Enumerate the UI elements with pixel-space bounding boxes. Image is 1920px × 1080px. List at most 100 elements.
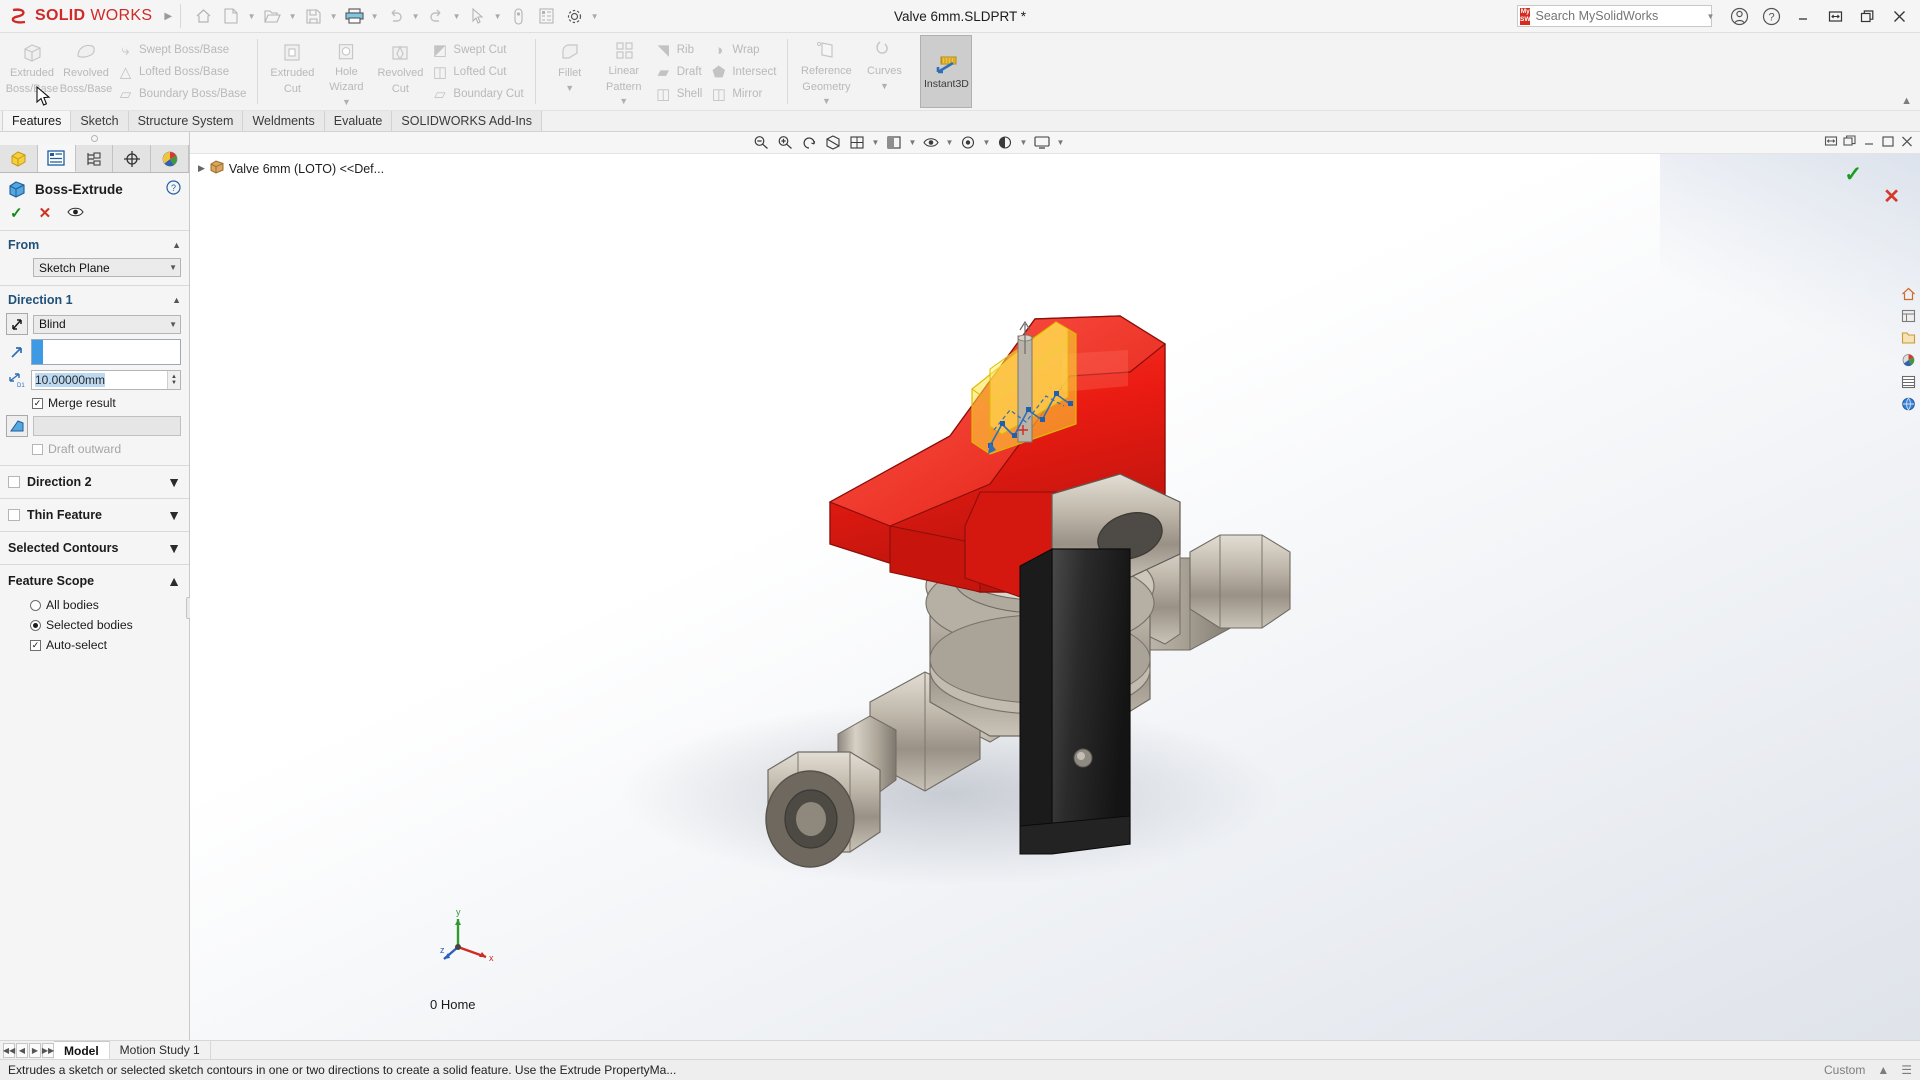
chevron-up-icon[interactable]: ▲	[172, 240, 181, 250]
previous-view-icon[interactable]	[798, 133, 820, 153]
direction-selection-box[interactable]	[31, 339, 181, 365]
scene-icon[interactable]	[994, 133, 1016, 153]
thin-feature-checkbox[interactable]	[8, 509, 20, 521]
search-mysolidworks-box[interactable]: My SW ▼	[1517, 5, 1714, 27]
auto-select-checkbox[interactable]: ✓	[30, 639, 41, 651]
tree-expand-icon[interactable]: ▶	[198, 163, 205, 174]
confirm-cancel-icon[interactable]: ✕	[1883, 184, 1900, 209]
select-arrow-icon[interactable]	[463, 3, 491, 29]
section-from[interactable]: From ▲	[0, 233, 189, 256]
previous-tab-button[interactable]: ◀	[16, 1042, 28, 1058]
bottom-tab-motion-study[interactable]: Motion Study 1	[110, 1040, 211, 1060]
open-dropdown-icon[interactable]: ▼	[286, 3, 299, 29]
new-document-dropdown-icon[interactable]: ▼	[245, 3, 258, 29]
reference-geometry-dropdown-icon[interactable]: ▼	[822, 95, 831, 108]
auto-select-checkbox-row[interactable]: ✓ Auto-select	[0, 635, 189, 655]
solidworks-logo[interactable]: SOLID WORKS	[0, 7, 152, 25]
end-condition-select[interactable]: Blind ▼	[33, 314, 181, 334]
fillet-button[interactable]: Fillet ▼	[543, 35, 597, 108]
new-document-icon[interactable]	[217, 3, 245, 29]
all-bodies-radio-row[interactable]: All bodies	[0, 595, 189, 615]
maximize-doc-icon[interactable]	[1881, 135, 1895, 151]
tab-solidworks-addins[interactable]: SOLIDWORKS Add-Ins	[391, 110, 542, 131]
depth-input[interactable]: 10.00000mm ▲ ▼	[31, 370, 181, 390]
restore-doc-icon[interactable]	[1824, 135, 1838, 151]
swept-boss-base-button[interactable]: ⤷ Swept Boss/Base	[113, 39, 250, 61]
lofted-cut-button[interactable]: ◫ Lofted Cut	[427, 61, 527, 83]
chevron-up-icon[interactable]: ▲	[172, 295, 181, 305]
instant3d-button[interactable]: Instant3D	[920, 35, 973, 108]
chevron-down-icon[interactable]: ▼	[167, 540, 181, 556]
hole-wizard-dropdown-icon[interactable]: ▼	[342, 96, 351, 109]
options-dropdown-icon[interactable]: ▼	[588, 3, 601, 29]
linear-pattern-dropdown-icon[interactable]: ▼	[619, 95, 628, 108]
appearances-dropdown-icon[interactable]: ▼	[981, 133, 992, 153]
merge-result-checkbox-row[interactable]: ✓ Merge result	[0, 393, 189, 413]
ribbon-collapse-icon[interactable]: ▲	[1901, 95, 1912, 107]
save-icon[interactable]	[299, 3, 327, 29]
extruded-cut-button[interactable]: Extruded Cut	[265, 35, 319, 108]
preview-eye-icon[interactable]	[67, 205, 84, 222]
appearances-icon[interactable]	[957, 133, 979, 153]
wrap-button[interactable]: ◑ Wrap	[706, 39, 780, 61]
chevron-down-icon[interactable]: ▼	[167, 474, 181, 490]
curves-dropdown-icon[interactable]: ▼	[880, 80, 889, 93]
merge-result-checkbox[interactable]: ✓	[32, 397, 43, 409]
accept-button[interactable]: ✓	[10, 204, 23, 222]
depth-spinner[interactable]: ▲ ▼	[167, 371, 180, 389]
direction2-checkbox[interactable]	[8, 476, 20, 488]
swept-cut-button[interactable]: ◩ Swept Cut	[427, 39, 527, 61]
help-icon[interactable]: ?	[166, 180, 181, 198]
view-orientation-icon[interactable]	[846, 133, 868, 153]
maximize-window-button[interactable]	[1852, 2, 1882, 30]
draft-button[interactable]: ▰ Draft	[651, 61, 707, 83]
zoom-to-fit-icon[interactable]	[750, 133, 772, 153]
section-feature-scope[interactable]: Feature Scope ▲	[0, 567, 189, 595]
feature-tree-flyout[interactable]: ▶ Valve 6mm (LOTO) <<Def...	[198, 160, 384, 177]
dimxpert-manager-tab[interactable]	[113, 145, 152, 172]
save-dropdown-icon[interactable]: ▼	[327, 3, 340, 29]
tab-features[interactable]: Features	[2, 110, 72, 131]
model-canvas[interactable]: ✓ ✕ y x z 0 Home	[190, 154, 1920, 1040]
view-settings-dropdown-icon[interactable]: ▼	[1055, 133, 1066, 153]
undock-doc-icon[interactable]	[1843, 134, 1857, 151]
selected-bodies-radio-row[interactable]: Selected bodies	[0, 615, 189, 635]
tab-sketch[interactable]: Sketch	[70, 110, 129, 131]
hole-wizard-button[interactable]: Hole Wizard ▼	[319, 35, 373, 108]
rebuild-icon[interactable]	[532, 3, 560, 29]
help-icon[interactable]: ?	[1756, 2, 1786, 30]
tab-weldments[interactable]: Weldments	[242, 110, 325, 131]
scene-dropdown-icon[interactable]: ▼	[1018, 133, 1029, 153]
display-manager-tab[interactable]	[151, 145, 189, 172]
linear-pattern-button[interactable]: Linear Pattern ▼	[597, 35, 651, 108]
status-caret-icon[interactable]: ▲	[1877, 1063, 1889, 1077]
view-palette-icon[interactable]	[1899, 350, 1918, 369]
select-dropdown-icon[interactable]: ▼	[491, 3, 504, 29]
restore-window-button[interactable]	[1820, 2, 1850, 30]
section-thin-feature[interactable]: Thin Feature ▼	[0, 501, 189, 529]
boundary-boss-base-button[interactable]: ▱ Boundary Boss/Base	[113, 83, 250, 105]
valve-3d-model[interactable]	[190, 154, 1530, 984]
account-icon[interactable]	[1724, 2, 1754, 30]
last-tab-button[interactable]: ▶▶	[42, 1042, 54, 1058]
home-icon[interactable]	[189, 3, 217, 29]
menu-expand-caret[interactable]: ▶	[164, 11, 172, 22]
display-style-dropdown-icon[interactable]: ▼	[907, 133, 918, 153]
view-settings-icon[interactable]	[1031, 133, 1053, 153]
next-tab-button[interactable]: ▶	[29, 1042, 41, 1058]
display-style-icon[interactable]	[883, 133, 905, 153]
chevron-up-icon[interactable]: ▲	[167, 573, 181, 589]
undo-dropdown-icon[interactable]: ▼	[409, 3, 422, 29]
panel-pin-button[interactable]	[0, 132, 189, 145]
minimize-button[interactable]	[1788, 2, 1818, 30]
lofted-boss-base-button[interactable]: △ Lofted Boss/Base	[113, 61, 250, 83]
appearances-panel-icon[interactable]	[1899, 372, 1918, 391]
design-library-icon[interactable]	[1899, 306, 1918, 325]
configuration-manager-tab[interactable]	[76, 145, 114, 172]
from-condition-select[interactable]: Sketch Plane ▼	[33, 258, 181, 277]
reference-geometry-button[interactable]: Reference Geometry ▼	[795, 35, 857, 108]
print-icon[interactable]	[340, 3, 368, 29]
open-folder-icon[interactable]	[258, 3, 286, 29]
close-doc-icon[interactable]	[1900, 135, 1914, 151]
section-selected-contours[interactable]: Selected Contours ▼	[0, 534, 189, 562]
